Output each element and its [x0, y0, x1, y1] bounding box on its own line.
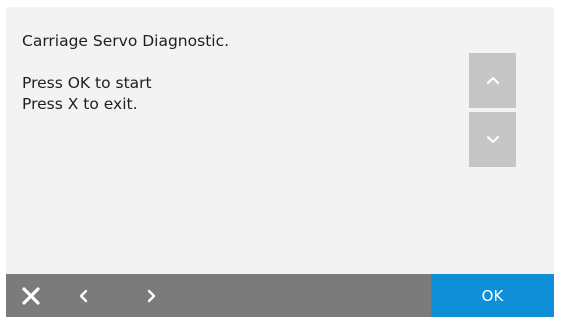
diagnostic-screen: Carriage Servo Diagnostic. Press OK to s… — [6, 7, 554, 317]
ok-button[interactable]: OK — [431, 274, 554, 317]
cancel-button[interactable] — [16, 274, 46, 317]
instruction-start: Press OK to start — [22, 74, 152, 92]
chevron-up-icon — [486, 77, 499, 84]
chevron-down-icon — [486, 136, 499, 143]
diagnostic-title: Carriage Servo Diagnostic. — [22, 32, 230, 50]
previous-button[interactable] — [72, 274, 96, 317]
scroll-up-button[interactable] — [469, 53, 516, 108]
instruction-exit: Press X to exit. — [22, 95, 138, 113]
bottom-nav-bar: OK — [6, 274, 554, 317]
chevron-left-icon — [79, 289, 88, 302]
chevron-right-icon — [147, 289, 156, 302]
next-button[interactable] — [139, 274, 163, 317]
message-panel: Carriage Servo Diagnostic. Press OK to s… — [22, 31, 454, 115]
scroll-down-button[interactable] — [469, 112, 516, 167]
close-icon — [22, 286, 40, 305]
